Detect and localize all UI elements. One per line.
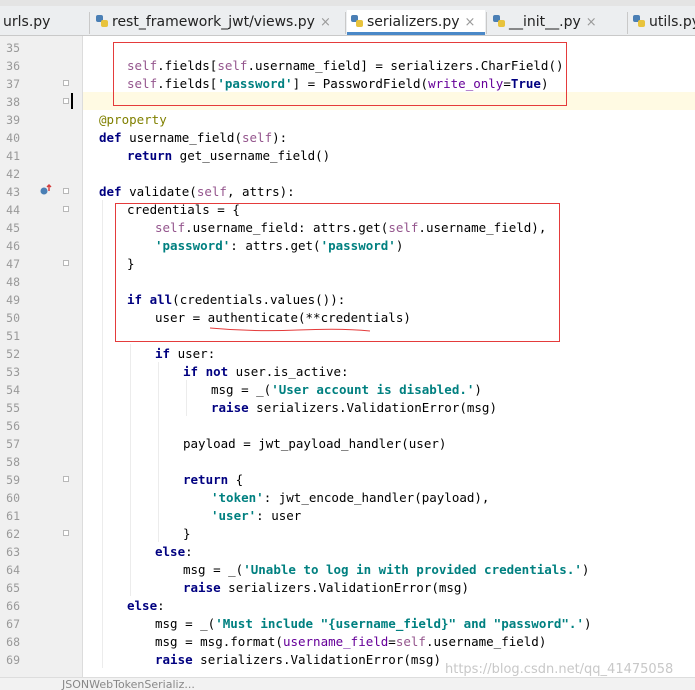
python-file-icon bbox=[633, 15, 645, 27]
tab-separator bbox=[345, 12, 346, 34]
tab-separator bbox=[89, 12, 90, 34]
tab-views-py[interactable]: rest_framework_jwt/views.py × bbox=[92, 10, 345, 35]
indent-guide bbox=[102, 200, 103, 668]
line-number: 36 bbox=[6, 59, 20, 73]
fold-marker[interactable] bbox=[63, 188, 69, 194]
line-number: 48 bbox=[6, 275, 20, 289]
line-number: 68 bbox=[6, 635, 20, 649]
line-number: 64 bbox=[6, 563, 20, 577]
line-number: 63 bbox=[6, 545, 20, 559]
line-number: 47 bbox=[6, 257, 20, 271]
line-number: 43 bbox=[6, 185, 20, 199]
fold-marker[interactable] bbox=[63, 260, 69, 266]
code-line: msg = _('Unable to log in with provided … bbox=[183, 562, 590, 577]
tab-label: __init__.py bbox=[509, 14, 581, 30]
status-bar: JSONWebTokenSerializ... bbox=[0, 677, 695, 690]
highlight-box-fields bbox=[113, 42, 567, 106]
code-line: payload = jwt_payload_handler(user) bbox=[183, 436, 447, 451]
line-number: 41 bbox=[6, 149, 20, 163]
close-icon[interactable]: × bbox=[586, 15, 597, 30]
code-line: } bbox=[183, 526, 191, 541]
code-line: msg = msg.format(username_field=self.use… bbox=[155, 634, 547, 649]
line-number: 61 bbox=[6, 509, 20, 523]
override-method-icon[interactable] bbox=[40, 184, 52, 196]
tab-separator bbox=[627, 12, 628, 34]
code-line: return get_username_field() bbox=[127, 148, 331, 163]
fold-marker[interactable] bbox=[63, 80, 69, 86]
code-line: 'user': user bbox=[211, 508, 302, 523]
line-number: 56 bbox=[6, 419, 20, 433]
tab-bar-top-strip bbox=[0, 0, 695, 6]
line-number: 54 bbox=[6, 383, 20, 397]
code-line: raise serializers.ValidationError(msg) bbox=[211, 400, 497, 415]
fold-marker[interactable] bbox=[63, 206, 69, 212]
code-line: if not user.is_active: bbox=[183, 364, 349, 379]
line-number: 39 bbox=[6, 113, 20, 127]
code-line: 'token': jwt_encode_handler(payload), bbox=[211, 490, 490, 505]
line-number: 51 bbox=[6, 329, 20, 343]
line-number: 59 bbox=[6, 473, 20, 487]
code-line: msg = _('Must include "{username_field}"… bbox=[155, 616, 592, 631]
line-number: 35 bbox=[6, 41, 20, 55]
code-line: else: bbox=[127, 598, 165, 613]
status-text: JSONWebTokenSerializ... bbox=[62, 678, 195, 690]
line-number: 67 bbox=[6, 617, 20, 631]
fold-marker[interactable] bbox=[63, 98, 69, 104]
gutter-divider bbox=[82, 36, 83, 689]
line-number: 60 bbox=[6, 491, 20, 505]
python-file-icon bbox=[351, 15, 363, 27]
code-line: raise serializers.ValidationError(msg) bbox=[183, 580, 469, 595]
line-number: 45 bbox=[6, 221, 20, 235]
close-icon[interactable]: × bbox=[320, 15, 331, 30]
indent-guide bbox=[130, 344, 131, 596]
fold-marker[interactable] bbox=[63, 476, 69, 482]
authenticate-underline bbox=[209, 327, 371, 332]
code-line: msg = _('User account is disabled.') bbox=[211, 382, 482, 397]
fold-marker[interactable] bbox=[63, 530, 69, 536]
code-line: def username_field(self): bbox=[99, 130, 288, 145]
line-number: 37 bbox=[6, 77, 20, 91]
code-line: @property bbox=[99, 112, 167, 127]
editor-tab-bar: urls.py rest_framework_jwt/views.py × ser… bbox=[0, 0, 695, 36]
indent-guide bbox=[158, 362, 159, 542]
line-number: 55 bbox=[6, 401, 20, 415]
line-number: 46 bbox=[6, 239, 20, 253]
tab-urls-py[interactable]: urls.py bbox=[0, 10, 86, 35]
line-number: 65 bbox=[6, 581, 20, 595]
code-line: def validate(self, attrs): bbox=[99, 184, 295, 199]
close-icon[interactable]: × bbox=[465, 15, 476, 30]
code-line: if user: bbox=[155, 346, 216, 361]
python-file-icon bbox=[493, 15, 505, 27]
watermark: https://blog.csdn.net/qq_41475058 bbox=[445, 662, 674, 677]
code-line: else: bbox=[155, 544, 193, 559]
tab-label: utils.py bbox=[649, 14, 695, 30]
line-number: 66 bbox=[6, 599, 20, 613]
line-number: 40 bbox=[6, 131, 20, 145]
line-number: 38 bbox=[6, 95, 20, 109]
tab-label: rest_framework_jwt/views.py bbox=[112, 14, 315, 30]
tab-label: serializers.py bbox=[367, 14, 460, 30]
text-cursor bbox=[71, 93, 73, 109]
code-line: return { bbox=[183, 472, 244, 487]
line-number: 52 bbox=[6, 347, 20, 361]
line-number: 49 bbox=[6, 293, 20, 307]
line-number: 42 bbox=[6, 167, 20, 181]
line-number: 53 bbox=[6, 365, 20, 379]
python-file-icon bbox=[96, 15, 108, 27]
highlight-box-credentials bbox=[115, 203, 560, 342]
tab-serializers-py[interactable]: serializers.py × bbox=[347, 10, 485, 35]
line-number: 62 bbox=[6, 527, 20, 541]
code-line: raise serializers.ValidationError(msg) bbox=[155, 652, 441, 667]
tab-init-py[interactable]: __init__.py × bbox=[489, 10, 625, 35]
tab-utils-py[interactable]: utils.py bbox=[629, 10, 695, 35]
line-number: 57 bbox=[6, 437, 20, 451]
tab-separator bbox=[486, 12, 487, 34]
tab-label: urls.py bbox=[3, 14, 51, 30]
line-number: 58 bbox=[6, 455, 20, 469]
line-number: 69 bbox=[6, 653, 20, 667]
line-number: 50 bbox=[6, 311, 20, 325]
indent-guide bbox=[186, 380, 187, 416]
line-number: 44 bbox=[6, 203, 20, 217]
